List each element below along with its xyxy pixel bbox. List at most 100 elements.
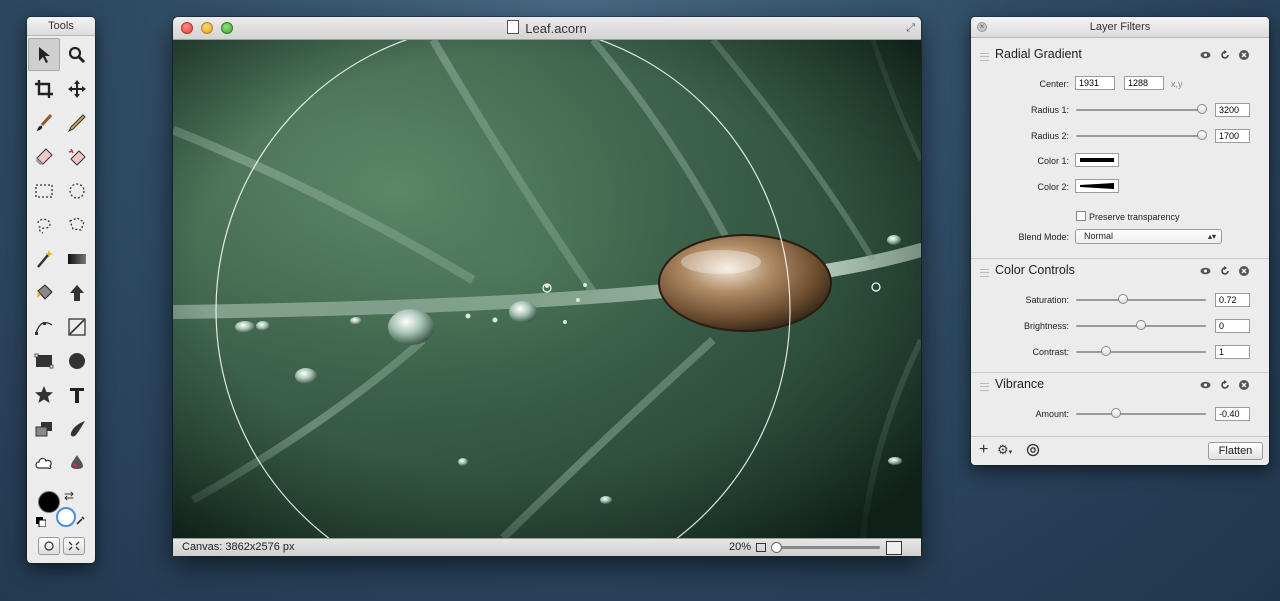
tool-polygon-lasso[interactable] [61, 208, 93, 241]
eye-icon[interactable] [1200, 49, 1211, 60]
zoom-slider[interactable] [772, 546, 880, 549]
swap-colors-icon[interactable]: ⇄ [64, 489, 74, 503]
amount-slider-knob[interactable] [1111, 408, 1122, 418]
radius2-slider[interactable] [1076, 135, 1206, 137]
flatten-button[interactable]: Flatten [1208, 442, 1263, 460]
eraser-icon [36, 147, 53, 165]
tool-lasso[interactable] [28, 208, 60, 241]
filter-preview-icon[interactable] [1026, 443, 1040, 459]
radius1-slider[interactable] [1076, 109, 1206, 111]
radius2-slider-knob[interactable] [1197, 130, 1208, 140]
blend-mode-select[interactable]: Normal ▴▾ [1075, 229, 1222, 244]
line-icon [68, 317, 86, 336]
magic-eraser-icon [68, 148, 86, 166]
document-file-icon [507, 20, 520, 34]
radius1-input[interactable] [1215, 103, 1250, 117]
reset-icon[interactable] [1219, 49, 1230, 60]
radius2-input[interactable] [1215, 129, 1250, 143]
contrast-slider-knob[interactable] [1100, 346, 1111, 356]
tool-eraser[interactable] [28, 140, 60, 173]
tool-move[interactable] [61, 72, 93, 105]
saturation-slider-knob[interactable] [1117, 294, 1128, 304]
default-colors-icon[interactable] [36, 517, 46, 527]
tool-zoom[interactable] [61, 38, 93, 71]
saturation-label: Saturation: [1025, 295, 1069, 305]
tool-cloud[interactable] [28, 446, 60, 479]
brightness-input[interactable] [1215, 319, 1250, 333]
radial-gradient-section: Radial Gradient Center: x,y Radius 1: Ra… [971, 47, 1269, 257]
tool-pencil[interactable] [61, 106, 93, 139]
blur-drop-icon [71, 454, 83, 469]
radius1-slider-knob[interactable] [1197, 104, 1208, 114]
oval-shape-icon [69, 352, 85, 369]
quick-mask-button[interactable] [38, 537, 60, 555]
tool-star[interactable] [28, 378, 60, 411]
tool-line[interactable] [61, 310, 93, 343]
vibrance-title: Vibrance [995, 377, 1045, 391]
reset-icon[interactable] [1219, 265, 1230, 276]
saturation-input[interactable] [1215, 293, 1250, 307]
panel-close-button[interactable]: × [977, 22, 987, 32]
reset-icon[interactable] [1219, 379, 1230, 390]
drag-handle-icon[interactable] [980, 269, 989, 277]
contrast-slider[interactable] [1076, 351, 1206, 353]
document-titlebar: Leaf.acorn ⤢ [173, 17, 921, 40]
eye-icon[interactable] [1200, 265, 1211, 276]
tool-rect-select[interactable] [28, 174, 60, 207]
tool-brush[interactable] [28, 106, 60, 139]
remove-filter-icon[interactable] [1238, 49, 1249, 60]
tool-gradient[interactable] [61, 242, 93, 275]
color1-well[interactable] [1075, 153, 1119, 167]
center-x-input[interactable] [1075, 76, 1115, 90]
radial-gradient-controls [1200, 49, 1249, 60]
remove-filter-icon[interactable] [1238, 265, 1249, 276]
tool-arrow-up[interactable] [61, 276, 93, 309]
tool-blur-drop[interactable] [61, 446, 93, 479]
tool-ellipse-select[interactable] [61, 174, 93, 207]
preserve-transparency-checkbox[interactable] [1076, 211, 1086, 221]
tool-crop[interactable] [28, 72, 60, 105]
foreground-color-swatch[interactable] [38, 491, 60, 513]
center-y-input[interactable] [1124, 76, 1164, 90]
contrast-input[interactable] [1215, 345, 1250, 359]
gear-menu-icon[interactable]: ⚙▾ [997, 443, 1012, 460]
eye-icon[interactable] [1200, 379, 1211, 390]
rect-shape-icon [34, 353, 54, 368]
background-color-swatch[interactable] [56, 507, 76, 527]
leaf-photo [173, 40, 921, 538]
tool-magic-wand[interactable] [28, 242, 60, 275]
zoom-out-icon[interactable] [756, 543, 766, 552]
gradient-icon [68, 253, 86, 264]
tool-magic-eraser[interactable] [61, 140, 93, 173]
saturation-slider[interactable] [1076, 299, 1206, 301]
image-canvas[interactable] [173, 40, 921, 538]
tool-clone[interactable] [28, 412, 60, 445]
fullscreen-icon[interactable]: ⤢ [906, 22, 915, 35]
zoom-icon [68, 46, 86, 63]
radius1-label: Radius 1: [1030, 105, 1069, 115]
amount-slider[interactable] [1076, 413, 1206, 415]
zoom-in-icon[interactable] [886, 541, 902, 555]
amount-input[interactable] [1215, 407, 1250, 421]
tool-rect-shape[interactable] [28, 344, 60, 377]
tool-select-arrow[interactable] [28, 38, 60, 71]
eyedropper-icon[interactable] [76, 515, 86, 528]
document-statusbar: Canvas: 3862x2576 px 20% [173, 538, 921, 556]
tool-bezier[interactable] [28, 310, 60, 343]
zoom-slider-knob[interactable] [771, 542, 782, 553]
add-filter-icon[interactable]: + [979, 442, 988, 458]
vibrance-section: Vibrance Amount: [971, 377, 1269, 433]
brightness-label: Brightness: [1023, 321, 1069, 331]
brightness-slider-knob[interactable] [1136, 320, 1146, 330]
color2-well[interactable] [1075, 179, 1119, 193]
document-window: Leaf.acorn ⤢ Canvas: 3862x2576 px 20% [173, 17, 921, 556]
tool-paint-bucket[interactable] [28, 276, 60, 309]
tool-oval-shape[interactable] [61, 344, 93, 377]
drag-handle-icon[interactable] [980, 53, 989, 61]
tool-smudge[interactable] [61, 412, 93, 445]
fullscreen-mode-button[interactable] [63, 537, 85, 555]
drag-handle-icon[interactable] [980, 383, 989, 391]
tool-text[interactable] [61, 378, 93, 411]
remove-filter-icon[interactable] [1238, 379, 1249, 390]
select-arrows-icon: ▴▾ [1207, 232, 1216, 241]
